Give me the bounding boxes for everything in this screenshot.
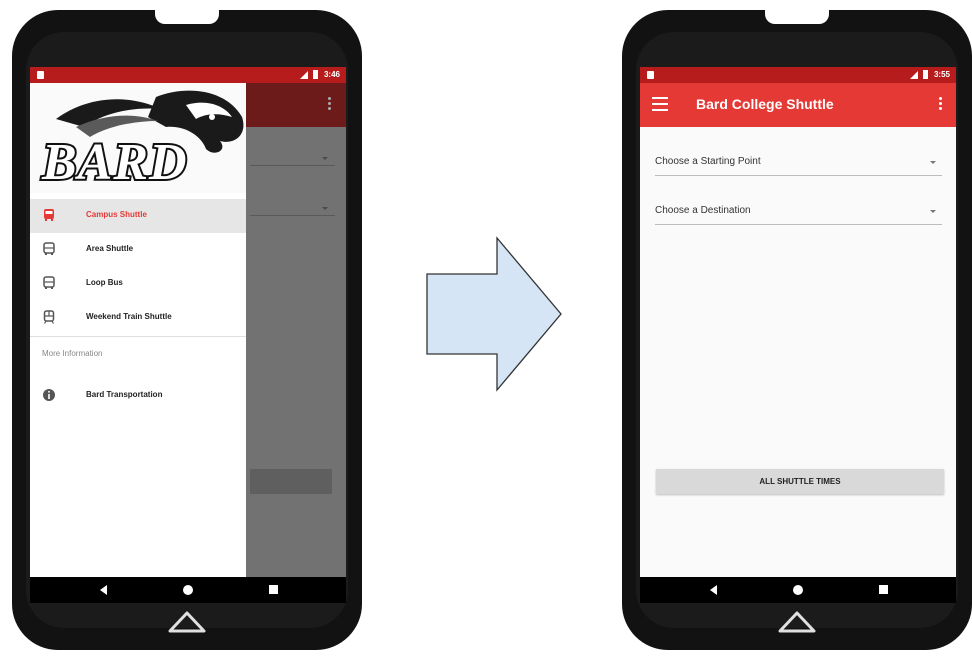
app-bar: Bard College Shuttle [640, 83, 956, 127]
svg-text:BARD: BARD [41, 134, 188, 187]
drawer-item-campus-shuttle[interactable]: Campus Shuttle [30, 199, 246, 233]
signal-icon [910, 71, 918, 79]
hardware-home-icon[interactable] [776, 605, 818, 635]
status-bar: 3:55 [640, 67, 956, 83]
home-icon[interactable] [183, 585, 193, 595]
bus-icon [43, 242, 55, 255]
transition-arrow-icon [426, 236, 562, 392]
battery-icon [923, 70, 928, 79]
info-icon [43, 389, 55, 401]
phone-speaker [155, 10, 219, 24]
back-icon[interactable] [100, 585, 107, 595]
android-nav-bar [640, 577, 956, 603]
battery-icon [313, 70, 318, 79]
drawer-header: BARD [30, 83, 246, 193]
all-shuttle-times-button[interactable]: ALL SHUTTLE TIMES [656, 469, 944, 494]
phone-right: 3:55 Bard College Shuttle Choose a Start… [622, 10, 972, 650]
drawer-item-label: Bard Transportation [86, 390, 163, 399]
back-icon[interactable] [710, 585, 717, 595]
hamburger-menu-icon[interactable] [652, 97, 668, 111]
drawer-item-label: Loop Bus [86, 278, 123, 287]
sim-icon [647, 71, 654, 79]
android-nav-bar [30, 577, 346, 603]
phone-left: 3:46 BARD Campus Shuttle Area Shuttle Lo… [12, 10, 362, 650]
background-button [250, 469, 332, 494]
bus-icon [44, 209, 54, 221]
screen-left: 3:46 BARD Campus Shuttle Area Shuttle Lo… [30, 67, 346, 603]
bus-icon [43, 276, 55, 289]
status-time: 3:55 [933, 70, 950, 79]
drawer-divider [30, 336, 246, 337]
bard-logo: BARD [36, 87, 246, 193]
screen-right: 3:55 Bard College Shuttle Choose a Start… [640, 67, 956, 603]
recent-apps-icon[interactable] [879, 585, 888, 594]
sim-icon [37, 71, 44, 79]
navigation-drawer: BARD Campus Shuttle Area Shuttle Loop Bu… [30, 83, 246, 577]
chevron-down-icon [322, 207, 328, 210]
hardware-home-icon[interactable] [166, 605, 208, 635]
destination-dropdown[interactable]: Choose a Destination [655, 200, 942, 225]
recent-apps-icon[interactable] [269, 585, 278, 594]
background-dropdown-line [250, 215, 335, 216]
chevron-down-icon [322, 157, 328, 160]
background-dropdown-line [250, 165, 335, 166]
home-icon[interactable] [793, 585, 803, 595]
chevron-down-icon [930, 161, 936, 164]
eagle-logo-icon: BARD [39, 90, 244, 193]
status-bar: 3:46 [30, 67, 346, 83]
more-options-icon[interactable] [939, 97, 942, 112]
status-time: 3:46 [323, 70, 340, 79]
drawer-section-label: More Information [42, 349, 103, 358]
drawer-item-bard-transportation[interactable]: Bard Transportation [30, 379, 246, 413]
drawer-item-label: Area Shuttle [86, 244, 134, 253]
drawer-item-area-shuttle[interactable]: Area Shuttle [30, 233, 246, 267]
starting-point-dropdown[interactable]: Choose a Starting Point [655, 151, 942, 176]
drawer-item-label: Weekend Train Shuttle [86, 312, 172, 321]
app-title: Bard College Shuttle [696, 96, 834, 112]
starting-point-label: Choose a Starting Point [655, 156, 761, 167]
train-icon [43, 310, 55, 324]
chevron-down-icon [930, 210, 936, 213]
drawer-item-label: Campus Shuttle [86, 210, 147, 219]
drawer-item-loop-bus[interactable]: Loop Bus [30, 267, 246, 301]
more-options-icon [328, 97, 331, 112]
signal-icon [300, 71, 308, 79]
phone-speaker [765, 10, 829, 24]
destination-label: Choose a Destination [655, 205, 751, 216]
drawer-item-weekend-train-shuttle[interactable]: Weekend Train Shuttle [30, 301, 246, 335]
